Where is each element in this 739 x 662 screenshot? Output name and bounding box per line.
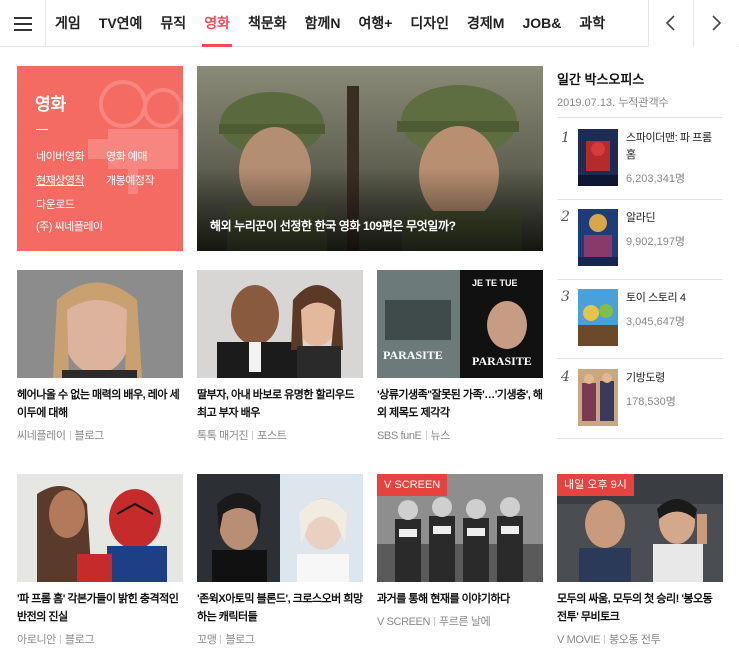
movie-title-link[interactable]: 기방도령: [626, 370, 722, 387]
source-name: 씨네플레이: [17, 430, 66, 442]
source-type: 푸르른 날에: [439, 616, 491, 628]
source-type: 봉오동 전투: [609, 634, 661, 646]
box-office-title: 일간 박스오피스: [557, 72, 645, 87]
divider: [36, 129, 48, 130]
tab-music[interactable]: 뮤직: [151, 0, 195, 47]
movie-poster[interactable]: [578, 129, 618, 186]
movie-poster[interactable]: [578, 369, 618, 426]
poster-tagline: JE TE TUE: [472, 278, 518, 288]
article-thumbnail[interactable]: [17, 270, 183, 378]
audience-count: 9,902,197명: [626, 236, 686, 248]
divider: [557, 279, 723, 280]
audience-count: 178,530명: [626, 396, 676, 408]
article-title[interactable]: '상류기생족''잘못된 가족'…'기생충', 해외 제목도 제각각: [377, 386, 543, 422]
link-naver-movie[interactable]: 네이버영화: [36, 148, 85, 164]
hero-caption: 해외 누리꾼이 선정한 한국 영화 109편은 무엇일까?: [210, 219, 456, 233]
article-thumbnail[interactable]: V SCREEN: [377, 474, 543, 582]
tab-list: 게임 TV연예 뮤직 영화 책문화 함께N 여행+ 디자인 경제M JOB& 과학: [46, 0, 643, 47]
divider: [557, 438, 723, 439]
audience-count: 6,203,341명: [626, 173, 686, 185]
link-coming-soon[interactable]: 개봉예정작: [106, 172, 155, 188]
category-nav: 게임 TV연예 뮤직 영화 책문화 함께N 여행+ 디자인 경제M JOB& 과학: [0, 0, 739, 47]
movie-category-box: 영화 네이버영화 영화 예매 현재상영작 개봉예정작 다운로드 (주) 씨네플레…: [17, 66, 183, 251]
tab-job[interactable]: JOB&: [513, 0, 570, 47]
article-source: 꼬맹 블로그: [197, 631, 255, 647]
article-source: SBS funE 뉴스: [377, 427, 450, 443]
article-source: 아로니안 블로그: [17, 631, 94, 647]
next-tabs-button[interactable]: [693, 0, 738, 47]
rank-number: 3: [561, 289, 570, 305]
movie-poster[interactable]: [578, 289, 618, 346]
tab-books[interactable]: 책문화: [239, 0, 296, 47]
source-name: 톡톡 매거진: [197, 430, 249, 442]
movie-title-link[interactable]: 스파이더맨: 파 프롬 홈: [626, 130, 722, 164]
chevron-left-icon: [665, 15, 675, 31]
article-source: 씨네플레이 블로그: [17, 427, 104, 443]
audience-count: 3,045,647명: [626, 316, 686, 328]
source-name: 꼬맹: [197, 634, 217, 646]
chevron-right-icon: [712, 15, 722, 31]
divider: [557, 117, 723, 118]
article-thumbnail[interactable]: PARASITE JE TE TUE PARASITE: [377, 270, 543, 378]
source-type: 블로그: [225, 634, 255, 646]
divider: [557, 199, 723, 200]
article-thumbnail[interactable]: [197, 474, 363, 582]
tab-together[interactable]: 함께N: [296, 0, 350, 47]
source-name: V SCREEN: [377, 616, 431, 628]
link-download[interactable]: 다운로드: [36, 196, 75, 212]
prev-tabs-button[interactable]: [648, 0, 693, 47]
article-thumbnail[interactable]: 내일 오후 9시: [557, 474, 723, 582]
source-type: 뉴스: [430, 430, 451, 442]
source-name: 아로니안: [17, 634, 56, 646]
tab-movie[interactable]: 영화: [195, 0, 239, 47]
tab-design[interactable]: 디자인: [401, 0, 458, 47]
rank-number: 1: [561, 130, 570, 146]
tab-science[interactable]: 과학: [570, 0, 614, 47]
source-type: 포스트: [257, 430, 287, 442]
rank-number: 4: [561, 369, 570, 385]
movie-title-link[interactable]: 토이 스토리 4: [626, 290, 722, 307]
article-title[interactable]: 딸부자, 아내 바보로 유명한 할리우드 최고 부자 배우: [197, 386, 363, 422]
source-name: V MOVIE: [557, 634, 601, 646]
hero-article[interactable]: 해외 누리꾼이 선정한 한국 영화 109편은 무엇일까?: [197, 66, 543, 251]
tab-economy[interactable]: 경제M: [458, 0, 513, 47]
poster-title: PARASITE: [472, 354, 532, 368]
tab-tv[interactable]: TV연예: [90, 0, 152, 47]
article-source: V MOVIE 봉오동 전투: [557, 631, 661, 647]
article-title[interactable]: 헤어나올 수 없는 매력의 배우, 레아 세이두에 대해: [17, 386, 183, 422]
article-source: 톡톡 매거진 포스트: [197, 427, 287, 443]
article-title[interactable]: 과거를 통해 현재를 이야기하다: [377, 590, 543, 608]
category-title: 영화: [35, 95, 67, 114]
source-type: 블로그: [74, 430, 105, 442]
source-name: SBS funE: [377, 430, 422, 442]
badge-label: 내일 오후 9시: [557, 474, 634, 496]
rank-number: 2: [561, 209, 570, 225]
link-now-showing[interactable]: 현재상영작: [36, 172, 85, 188]
link-movie-booking[interactable]: 영화 예매: [106, 148, 148, 164]
article-title[interactable]: 모두의 싸움, 모두의 첫 승리! '봉오동 전투' 무비토크: [557, 590, 723, 626]
poster-title: PARASITE: [383, 348, 443, 362]
article-thumbnail[interactable]: [197, 270, 363, 378]
movie-poster[interactable]: [578, 209, 618, 266]
box-office-date: 2019.07.13. 누적관객수: [557, 97, 669, 109]
article-title[interactable]: '존윅X아토믹 블론드', 크로스오버 희망하는 캐릭터들: [197, 590, 363, 626]
movie-title-link[interactable]: 알라딘: [626, 210, 722, 227]
article-title[interactable]: '파 프롬 홈' 각본가들이 밝힌 충격적인 반전의 진실: [17, 590, 183, 626]
divider: [557, 358, 723, 359]
source-type: 블로그: [64, 634, 95, 646]
tab-game[interactable]: 게임: [46, 0, 90, 47]
link-cineplay[interactable]: (주) 씨네플레이: [36, 218, 103, 234]
article-source: V SCREEN 푸르른 날에: [377, 613, 491, 629]
badge-label: V SCREEN: [377, 474, 448, 496]
tab-travel[interactable]: 여행+: [349, 0, 401, 47]
hamburger-icon[interactable]: [0, 0, 46, 47]
article-thumbnail[interactable]: [17, 474, 183, 582]
